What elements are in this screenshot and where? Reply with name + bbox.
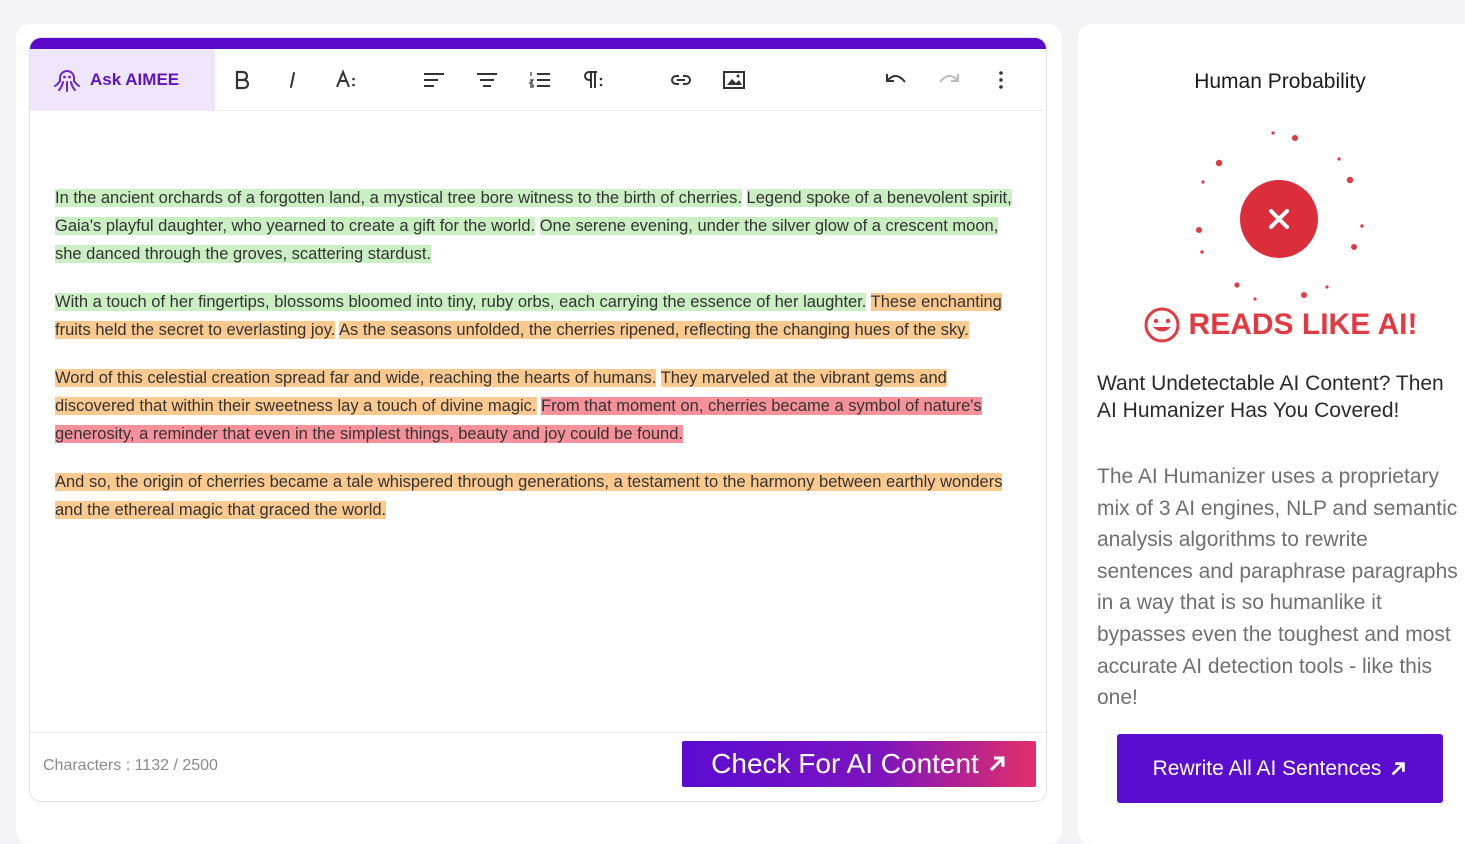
verdict-label: READS LIKE AI! bbox=[1189, 308, 1418, 342]
paragraph-icon bbox=[581, 68, 605, 92]
editor-toolbar: Ask AIMEE bbox=[30, 49, 1046, 111]
bold-button[interactable] bbox=[225, 63, 259, 97]
ask-aimee-button[interactable]: Ask AIMEE bbox=[30, 49, 215, 110]
text-spacer bbox=[535, 217, 540, 235]
font-size-icon bbox=[334, 68, 358, 92]
link-icon bbox=[669, 68, 693, 92]
italic-button[interactable] bbox=[276, 63, 310, 97]
text-spacer bbox=[742, 189, 747, 207]
link-button[interactable] bbox=[664, 63, 698, 97]
align-left-icon bbox=[422, 68, 446, 92]
redo-icon bbox=[937, 68, 961, 92]
font-size-button[interactable] bbox=[329, 63, 363, 97]
align-center-button[interactable] bbox=[470, 63, 504, 97]
image-icon bbox=[722, 68, 746, 92]
promo-body: The AI Humanizer uses a proprietary mix … bbox=[1097, 461, 1465, 714]
redo-button[interactable] bbox=[932, 63, 966, 97]
italic-icon bbox=[281, 68, 305, 92]
more-options-button[interactable] bbox=[984, 63, 1018, 97]
ask-aimee-label: Ask AIMEE bbox=[90, 70, 179, 90]
ai-detected-indicator bbox=[1188, 125, 1370, 307]
octopus-icon bbox=[52, 65, 82, 95]
undo-button[interactable] bbox=[879, 63, 913, 97]
sentence-orange[interactable]: Word of this celestial creation spread f… bbox=[55, 369, 656, 387]
align-center-icon bbox=[475, 68, 499, 92]
paragraph-button[interactable] bbox=[576, 63, 610, 97]
ordered-list-button[interactable] bbox=[523, 63, 557, 97]
editor-paragraph: Word of this celestial creation spread f… bbox=[55, 364, 1015, 448]
check-ai-content-button[interactable]: Check For AI Content bbox=[682, 741, 1036, 787]
editor-content[interactable]: In the ancient orchards of a forgotten l… bbox=[55, 184, 1015, 544]
result-title: Human Probability bbox=[1100, 70, 1460, 94]
arrow-up-right-icon bbox=[987, 754, 1007, 774]
ordered-list-icon bbox=[528, 68, 552, 92]
arrow-up-right-icon bbox=[1389, 760, 1407, 778]
editor-accent-bar bbox=[30, 38, 1046, 49]
rewrite-ai-sentences-button[interactable]: Rewrite All AI Sentences bbox=[1117, 734, 1443, 803]
image-button[interactable] bbox=[717, 63, 751, 97]
editor-paragraph: In the ancient orchards of a forgotten l… bbox=[55, 184, 1015, 268]
smiley-face-icon bbox=[1143, 306, 1181, 344]
undo-icon bbox=[884, 68, 908, 92]
sentence-orange[interactable]: And so, the origin of cherries became a … bbox=[55, 473, 1002, 519]
bold-icon bbox=[230, 68, 254, 92]
verdict-text: READS LIKE AI! bbox=[1100, 303, 1460, 347]
check-ai-content-label: Check For AI Content bbox=[711, 748, 979, 780]
text-editor[interactable]: Ask AIMEE bbox=[29, 37, 1047, 802]
editor-footer: Characters : 1132 / 2500 Check For AI Co… bbox=[30, 732, 1046, 801]
text-spacer bbox=[656, 369, 660, 387]
character-count: Characters : 1132 / 2500 bbox=[43, 757, 218, 775]
editor-paragraph: With a touch of her fingertips, blossoms… bbox=[55, 288, 1015, 344]
sentence-green[interactable]: In the ancient orchards of a forgotten l… bbox=[55, 189, 742, 207]
editor-paragraph: And so, the origin of cherries became a … bbox=[55, 468, 1015, 524]
sentence-orange[interactable]: As the seasons unfolded, the cherries ri… bbox=[339, 321, 969, 339]
align-left-button[interactable] bbox=[417, 63, 451, 97]
rewrite-button-label: Rewrite All AI Sentences bbox=[1153, 757, 1382, 781]
sentence-green[interactable]: With a touch of her fingertips, blossoms… bbox=[55, 293, 866, 311]
promo-title: Want Undetectable AI Content? Then AI Hu… bbox=[1097, 370, 1447, 424]
more-vertical-icon bbox=[989, 68, 1013, 92]
